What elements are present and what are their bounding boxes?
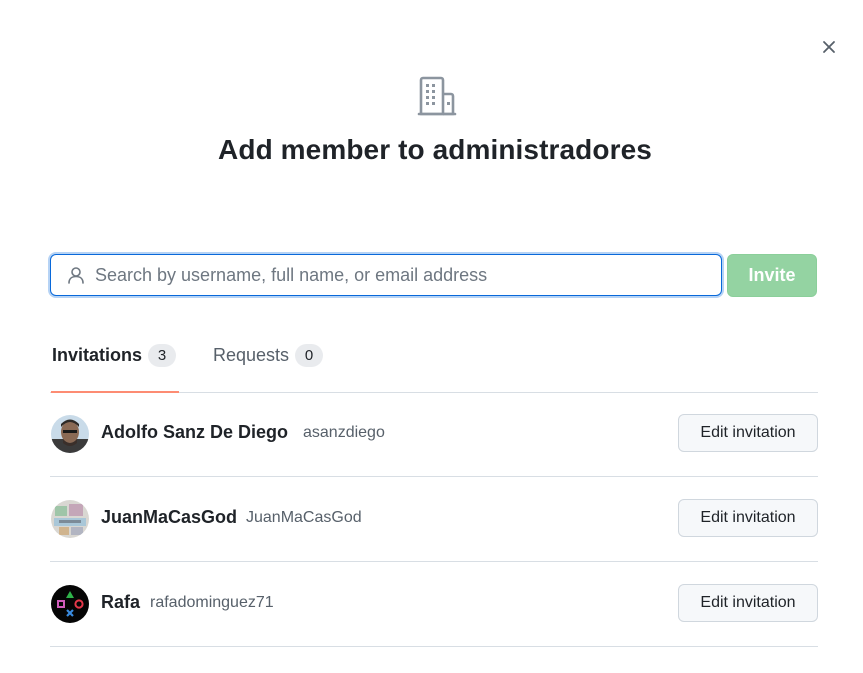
person-icon [67,266,85,284]
avatar[interactable] [51,500,89,538]
edit-invitation-button[interactable]: Edit invitation [678,584,818,622]
list-item: JuanMaCasGod JuanMaCasGod Edit invitatio… [50,477,818,562]
tab-bar: Invitations 3 Requests 0 [50,336,818,393]
avatar[interactable] [51,585,89,623]
avatar[interactable] [51,415,89,453]
invitation-list: Adolfo Sanz De Diego asanzdiego Edit inv… [50,392,818,647]
tab-label: Requests [213,344,290,365]
tab-requests[interactable]: Requests 0 [213,340,324,370]
dialog-title: Add member to administradores [218,134,652,165]
close-icon [823,41,835,53]
member-name[interactable]: JuanMaCasGod [101,507,237,528]
tab-count-badge: 3 [148,343,177,367]
tab-label: Invitations [52,344,143,365]
organization-icon [415,74,459,118]
edit-invitation-button[interactable]: Edit invitation [678,499,818,537]
member-name[interactable]: Adolfo Sanz De Diego [101,422,288,443]
search-input[interactable] [93,263,721,287]
tab-count-badge: 0 [295,343,324,367]
member-login: asanzdiego [303,424,385,441]
search-row: Invite [50,254,818,298]
member-name[interactable]: Rafa [101,592,140,613]
add-member-dialog: Add member to administradores Invite Inv… [0,0,863,673]
member-login: JuanMaCasGod [246,509,362,526]
edit-invitation-button[interactable]: Edit invitation [678,414,818,452]
invite-button[interactable]: Invite [727,254,817,297]
list-item: Rafa rafadominguez71 Edit invitation [50,562,818,647]
list-item: Adolfo Sanz De Diego asanzdiego Edit inv… [50,392,818,477]
close-button[interactable] [816,34,842,60]
search-field[interactable] [50,254,722,296]
tab-invitations[interactable]: Invitations 3 [52,340,177,370]
member-login: rafadominguez71 [150,594,274,611]
